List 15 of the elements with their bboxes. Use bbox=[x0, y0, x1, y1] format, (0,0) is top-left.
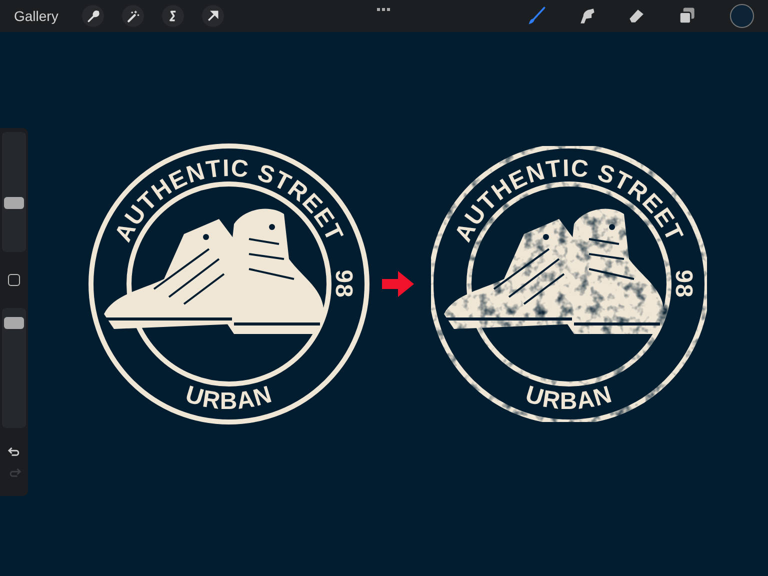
square-icon[interactable] bbox=[8, 274, 20, 286]
brush-icon[interactable] bbox=[526, 5, 548, 27]
brush-size-slider[interactable] bbox=[2, 132, 26, 252]
badge-text: URBAN bbox=[522, 380, 616, 415]
more-icon[interactable] bbox=[376, 7, 391, 12]
badge-text: 98 bbox=[670, 270, 697, 298]
arrow-cursor-icon[interactable] bbox=[202, 5, 224, 27]
badge-text: URBAN bbox=[182, 380, 276, 415]
undo-icon[interactable] bbox=[8, 446, 20, 457]
badge-text: 98 bbox=[330, 270, 357, 298]
magic-wand-icon[interactable] bbox=[122, 5, 144, 27]
color-swatch[interactable] bbox=[730, 4, 754, 28]
gallery-button[interactable]: Gallery bbox=[14, 8, 58, 24]
arrow-icon bbox=[382, 269, 416, 299]
opacity-slider[interactable] bbox=[2, 308, 26, 428]
